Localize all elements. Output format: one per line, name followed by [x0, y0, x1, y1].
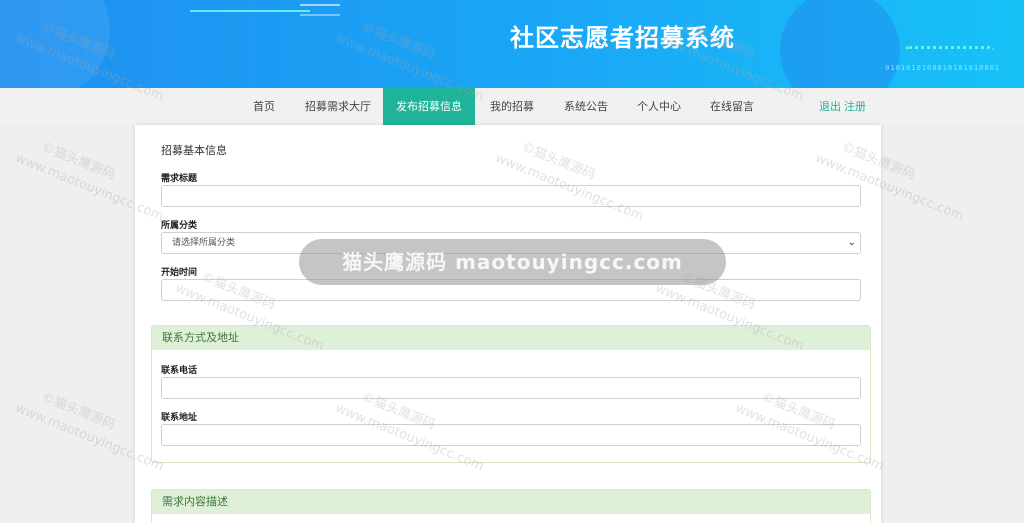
title-input[interactable]: [161, 185, 861, 207]
start-time-label: 开始时间: [161, 268, 198, 278]
register-link[interactable]: 注册: [844, 88, 866, 125]
banner-decoration: [904, 46, 994, 56]
site-title: 社区志愿者招募系统: [510, 24, 735, 52]
nav-item-recruit-hall[interactable]: 招募需求大厅: [302, 88, 374, 125]
nav-item-home[interactable]: 首页: [243, 88, 285, 125]
nav-item-messages[interactable]: 在线留言: [706, 88, 758, 125]
banner-decoration: [780, 0, 900, 88]
contact-panel: 联系方式及地址 联系电话 联系地址: [151, 325, 871, 463]
nav-item-personal-center[interactable]: 个人中心: [633, 88, 685, 125]
phone-label: 联系电话: [161, 366, 198, 376]
main-nav: 首页 招募需求大厅 发布招募信息 我的招募 系统公告 个人中心 在线留言 退出 …: [0, 88, 1024, 125]
nav-item-my-recruit[interactable]: 我的招募: [486, 88, 538, 125]
banner-decoration: [0, 0, 110, 88]
recruit-form-card: 招募基本信息 需求标题 所属分类 请选择所属分类 ⌄ 开始时间 联系方式及地址 …: [135, 125, 881, 523]
watermark: ©猫头鹰源码: [39, 139, 118, 183]
banner-decoration: [300, 4, 340, 16]
banner-decoration: [190, 10, 310, 12]
banner-decoration: 0101010100010101010001: [885, 64, 1000, 72]
title-label: 需求标题: [161, 174, 198, 184]
chevron-down-icon: ⌄: [847, 237, 856, 248]
logout-link[interactable]: 退出: [819, 88, 841, 125]
description-panel: 需求内容描述: [151, 489, 871, 523]
watermark-banner: 猫头鹰源码 maotouyingcc.com: [299, 239, 726, 285]
phone-input[interactable]: [161, 377, 861, 399]
category-select-value: 请选择所属分类: [172, 238, 236, 248]
address-input[interactable]: [161, 424, 861, 446]
header-banner: 0101010100010101010001 社区志愿者招募系统: [0, 0, 1024, 88]
address-label: 联系地址: [161, 413, 198, 423]
category-label: 所属分类: [161, 221, 198, 231]
contact-panel-heading: 联系方式及地址: [152, 326, 870, 350]
section-title-basic: 招募基本信息: [161, 144, 227, 157]
watermark: ©猫头鹰源码: [39, 389, 118, 433]
nav-item-publish-recruit[interactable]: 发布招募信息: [383, 88, 475, 125]
nav-item-announcements[interactable]: 系统公告: [560, 88, 612, 125]
description-panel-heading: 需求内容描述: [152, 490, 870, 514]
